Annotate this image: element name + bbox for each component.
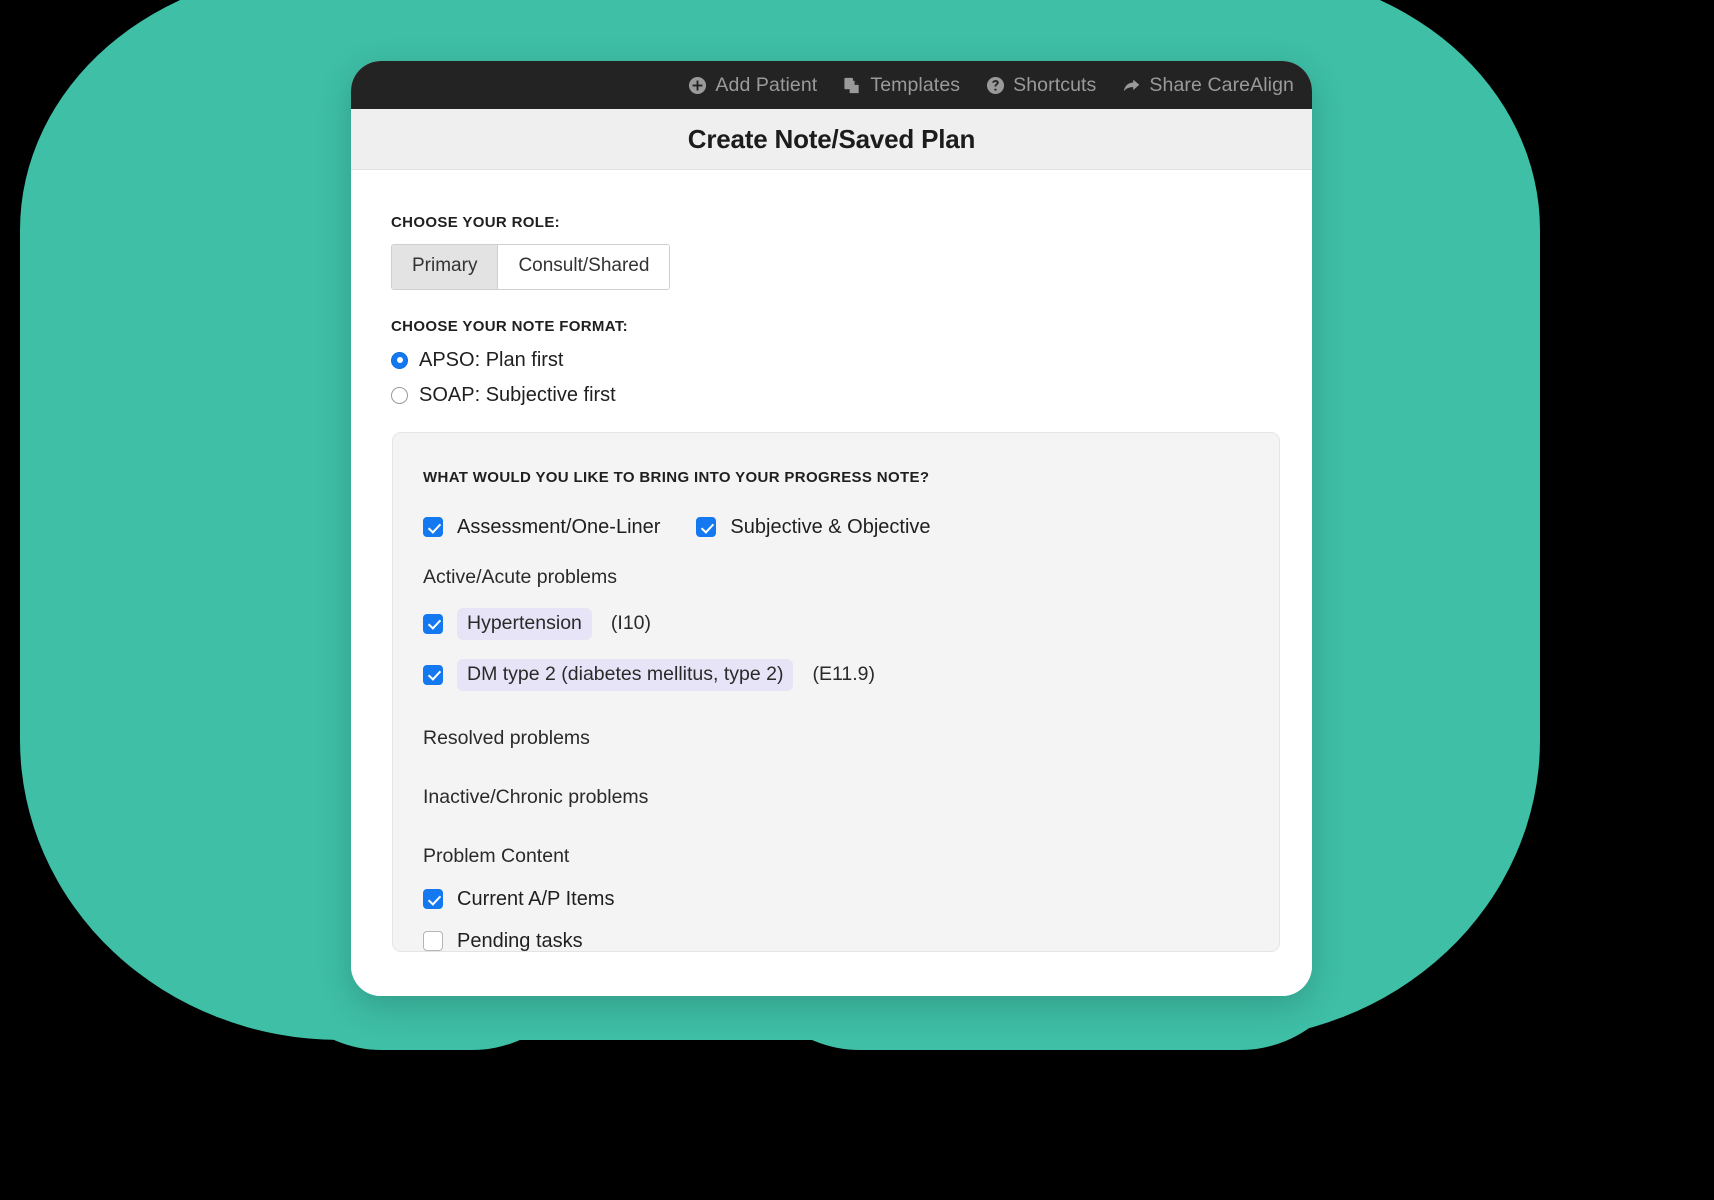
nav-item-shortcuts[interactable]: Shortcuts: [986, 74, 1096, 97]
problem-row-hypertension[interactable]: Hypertension (I10): [423, 607, 1249, 640]
checkbox-row-pending-tasks[interactable]: Pending tasks: [423, 930, 1249, 953]
checkbox-assessment-one-liner[interactable]: [423, 517, 443, 538]
modal-title-bar: Create Note/Saved Plan: [351, 109, 1312, 170]
heading-resolved-problems[interactable]: Resolved problems: [423, 727, 1249, 750]
top-checkbox-row: Assessment/One-Liner Subjective & Object…: [423, 516, 1249, 539]
nav-item-add-patient[interactable]: Add Patient: [688, 74, 817, 97]
radio-row-soap[interactable]: SOAP: Subjective first: [391, 384, 1272, 407]
checkbox-problem-hypertension[interactable]: [423, 613, 443, 634]
radio-row-apso[interactable]: APSO: Plan first: [391, 349, 1272, 372]
progress-note-options-panel: WHAT WOULD YOU LIKE TO BRING INTO YOUR P…: [392, 431, 1280, 953]
panel-title: WHAT WOULD YOU LIKE TO BRING INTO YOUR P…: [423, 468, 930, 486]
top-navigation-bar: Add Patient Templates Shortcuts Share Ca…: [351, 61, 1312, 109]
checkbox-label-subjective-objective: Subjective & Objective: [730, 515, 931, 538]
problem-code-hypertension: (I10): [610, 612, 652, 635]
nav-label-shortcuts: Shortcuts: [1013, 73, 1097, 96]
checkbox-label-pending-tasks: Pending tasks: [457, 929, 583, 952]
modal-body: CHOOSE YOUR ROLE: Primary Consult/Shared…: [351, 170, 1312, 996]
radio-soap[interactable]: [391, 386, 408, 404]
copy-pages-icon: [843, 76, 862, 95]
radio-label-soap: SOAP: Subjective first: [419, 383, 616, 406]
checkbox-subjective-objective[interactable]: [696, 517, 717, 538]
radio-label-apso: APSO: Plan first: [419, 348, 564, 371]
nav-item-share-carealign[interactable]: Share CareAlign: [1122, 74, 1294, 97]
problem-name-hypertension: Hypertension: [457, 607, 592, 640]
nav-item-templates[interactable]: Templates: [843, 74, 960, 97]
checkbox-row-assessment-one-liner[interactable]: Assessment/One-Liner: [423, 516, 660, 539]
problem-code-dm-type-2: (E11.9): [812, 663, 875, 686]
checkbox-problem-dm-type-2[interactable]: [423, 664, 443, 685]
choose-role-label: CHOOSE YOUR ROLE:: [391, 214, 561, 231]
screen: Add Patient Templates Shortcuts Share Ca…: [0, 0, 1714, 1200]
problem-row-dm-type-2[interactable]: DM type 2 (diabetes mellitus, type 2) (E…: [423, 658, 1249, 691]
checkbox-pending-tasks[interactable]: [423, 931, 443, 952]
role-button-consult-shared[interactable]: Consult/Shared: [497, 245, 670, 289]
checkbox-row-current-ap-items[interactable]: Current A/P Items: [423, 888, 1249, 911]
checkbox-current-ap-items[interactable]: [423, 889, 443, 910]
heading-inactive-chronic-problems[interactable]: Inactive/Chronic problems: [423, 786, 1249, 809]
checkbox-row-subjective-objective[interactable]: Subjective & Objective: [696, 515, 931, 539]
problem-name-dm-type-2: DM type 2 (diabetes mellitus, type 2): [457, 658, 794, 691]
nav-label-templates: Templates: [870, 73, 961, 96]
question-circle-icon: [986, 76, 1005, 95]
nav-label-share-carealign: Share CareAlign: [1149, 73, 1294, 96]
choose-note-format-label: CHOOSE YOUR NOTE FORMAT:: [391, 317, 629, 335]
role-toggle-group: Primary Consult/Shared: [391, 244, 671, 290]
radio-apso[interactable]: [391, 351, 408, 369]
checkbox-label-assessment-one-liner: Assessment/One-Liner: [457, 515, 661, 538]
heading-problem-content: Problem Content: [423, 844, 570, 867]
page-title: Create Note/Saved Plan: [687, 123, 976, 154]
nav-label-add-patient: Add Patient: [715, 73, 818, 96]
plus-circle-icon: [688, 76, 707, 95]
share-arrow-icon: [1122, 76, 1141, 95]
role-button-primary[interactable]: Primary: [392, 245, 498, 289]
heading-active-acute-problems: Active/Acute problems: [423, 565, 618, 588]
app-window: Add Patient Templates Shortcuts Share Ca…: [351, 61, 1312, 996]
checkbox-label-current-ap-items: Current A/P Items: [457, 887, 615, 910]
